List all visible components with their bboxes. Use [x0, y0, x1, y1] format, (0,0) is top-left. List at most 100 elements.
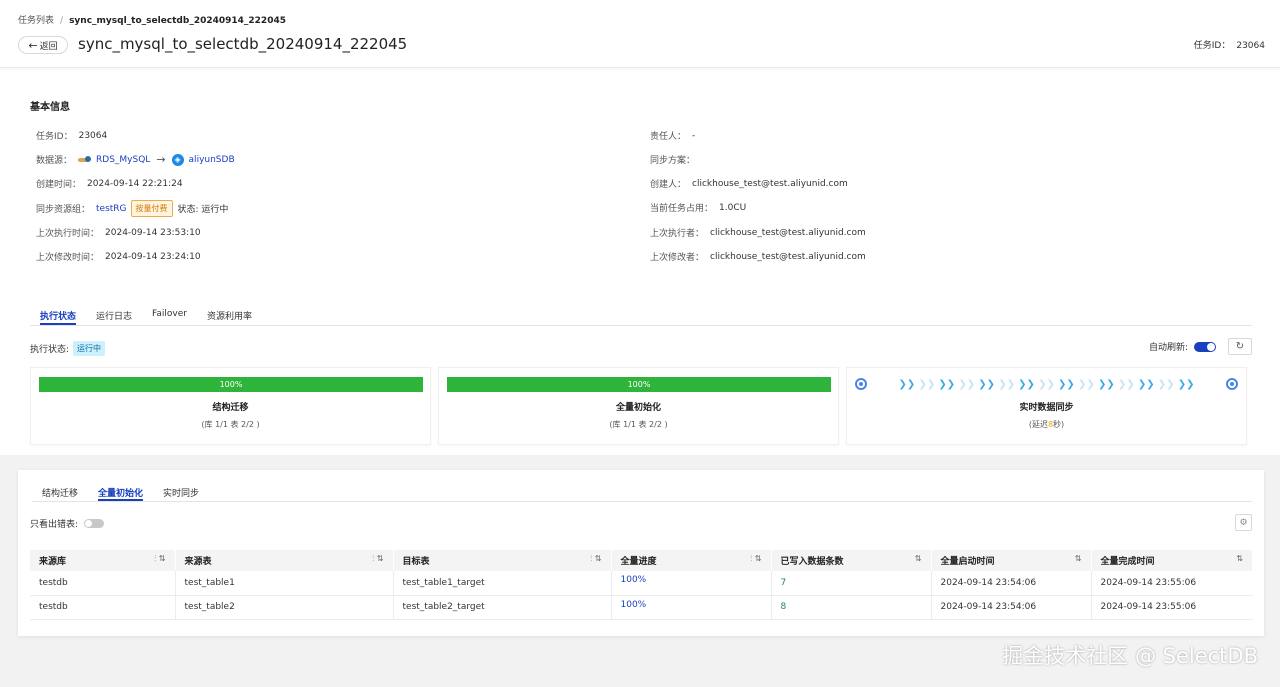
- tab-resource-usage[interactable]: 资源利用率: [207, 305, 252, 325]
- billing-badge: 按量付费: [130, 200, 173, 217]
- info-plan: 同步方案：: [650, 153, 701, 166]
- progress-fill: 100%: [39, 377, 423, 392]
- status-badge: 运行中: [73, 341, 106, 356]
- breadcrumb-separator: /: [60, 16, 64, 26]
- card-full-init: 100% 全量初始化 (库 1/1 表 2/2 ): [438, 367, 839, 445]
- info-value: clickhouse_test@test.aliyunid.com: [710, 227, 866, 238]
- detail-panel: 结构迁移 全量初始化 实时同步 只看出错表: ⚙ 来源库 ⫶ ⇅ 来源表 ⫶ ⇅ 目…: [18, 470, 1264, 636]
- col-target-table[interactable]: 目标表 ⫶ ⇅: [393, 550, 612, 571]
- back-button[interactable]: ← 返回: [18, 36, 68, 54]
- mysql-icon: [78, 155, 92, 164]
- cell-source-table: test_table1: [175, 571, 394, 596]
- only-error-label: 只看出错表:: [30, 520, 79, 530]
- info-value: 1.0CU: [719, 202, 747, 213]
- info-label: 创建时间：: [36, 180, 82, 190]
- info-value: 2024-09-14 23:53:10: [105, 227, 201, 238]
- page-header: 任务列表 / sync_mysql_to_selectdb_20240914_222…: [0, 0, 1280, 68]
- progress-bar: 100%: [39, 377, 423, 392]
- header-task-id-value: 23064: [1236, 41, 1265, 51]
- cell-finish-time: 2024-09-14 23:55:06: [1091, 595, 1253, 620]
- delay-prefix: (延迟: [1028, 420, 1048, 429]
- cell-full-progress: 100%: [611, 571, 772, 596]
- cell-start-time: 2024-09-14 23:54:06: [931, 571, 1092, 596]
- auto-refresh-toggle[interactable]: [1194, 341, 1216, 352]
- info-value: 2024-09-14 23:24:10: [105, 251, 201, 262]
- col-finish-time-label: 全量完成时间: [1100, 557, 1155, 567]
- info-label: 数据源：: [36, 156, 73, 166]
- only-error-toggle[interactable]: [84, 519, 105, 528]
- col-finish-time[interactable]: 全量完成时间 ⇅: [1091, 550, 1253, 571]
- tab-exec-status[interactable]: 执行状态: [40, 305, 77, 325]
- card-title: 全量初始化: [615, 403, 661, 413]
- info-value: 2024-09-14 22:21:24: [87, 178, 183, 189]
- info-label: 上次修改时间：: [36, 253, 100, 263]
- tab-failover[interactable]: Failover: [152, 305, 187, 325]
- info-datasource: 数据源： RDS_MySQL → ◈ aliyunSDB: [36, 153, 235, 166]
- target-datasource-link[interactable]: aliyunSDB: [189, 155, 235, 165]
- info-label: 上次执行者：: [650, 229, 705, 239]
- auto-refresh: 自动刷新:: [1149, 340, 1216, 353]
- info-label: 创建人：: [650, 180, 687, 190]
- info-last-executor: 上次执行者： clickhouse_test@test.aliyunid.com: [650, 226, 866, 240]
- info-label: 上次修改者：: [650, 253, 705, 263]
- info-value: -: [692, 130, 696, 141]
- info-value: clickhouse_test@test.aliyunid.com: [692, 178, 848, 189]
- column-settings-button[interactable]: ⚙: [1235, 514, 1252, 531]
- col-source-table[interactable]: 来源表 ⫶ ⇅: [175, 550, 394, 571]
- cell-source-db: testdb: [30, 571, 176, 596]
- source-node-icon: [855, 378, 867, 390]
- page-title: sync_mysql_to_selectdb_20240914_222045: [78, 35, 408, 53]
- col-full-progress[interactable]: 全量进度 ⫶ ⇅: [611, 550, 772, 571]
- progress-bar: 100%: [447, 377, 831, 392]
- sort-icon[interactable]: ⇅: [1075, 554, 1082, 563]
- col-written-count[interactable]: 已写入数据条数 ⇅: [771, 550, 932, 571]
- sort-icon[interactable]: ⇅: [1236, 554, 1243, 563]
- tab-full-init[interactable]: 全量初始化: [98, 482, 144, 501]
- source-datasource-link[interactable]: RDS_MySQL: [96, 155, 150, 165]
- refresh-icon: ↻: [1235, 341, 1245, 352]
- progress-fill: 100%: [447, 377, 831, 392]
- card-subtitle: (库 1/1 表 2/2 ): [201, 420, 260, 429]
- card-realtime-sync: ❯❯ ❯❯ ❯❯ ❯❯ ❯❯ ❯❯ ❯❯ ❯❯ ❯❯ ❯❯ ❯❯ ❯❯ ❯❯ ❯…: [846, 367, 1247, 445]
- exec-status: 执行状态: 运行中: [30, 341, 106, 356]
- selectdb-icon: ◈: [171, 153, 184, 166]
- filter-sort-icon[interactable]: ⫶ ⇅: [372, 554, 383, 564]
- info-creator: 创建人： clickhouse_test@test.aliyunid.com: [650, 177, 848, 191]
- delay-suffix: 秒): [1053, 420, 1065, 429]
- card-title: 实时数据同步: [1019, 403, 1074, 413]
- resource-group-status: 状态: 运行中: [177, 205, 229, 215]
- info-last-mod: 上次修改时间： 2024-09-14 23:24:10: [36, 250, 201, 264]
- tab-schema-migration[interactable]: 结构迁移: [42, 482, 78, 501]
- basic-info-title: 基本信息: [30, 102, 70, 113]
- resource-group-link[interactable]: testRG: [96, 204, 127, 214]
- card-title: 结构迁移: [212, 403, 249, 413]
- sort-icon[interactable]: ⇅: [915, 554, 922, 563]
- col-source-db-label: 来源库: [39, 557, 67, 567]
- tab-realtime-sync[interactable]: 实时同步: [163, 482, 199, 501]
- info-label: 责任人：: [650, 132, 687, 142]
- col-target-table-label: 目标表: [402, 557, 430, 567]
- tab-run-log[interactable]: 运行日志: [96, 305, 132, 325]
- breadcrumb-task-list[interactable]: 任务列表: [18, 16, 54, 26]
- cell-finish-time: 2024-09-14 23:55:06: [1091, 571, 1253, 596]
- info-task-id: 任务ID： 23064: [36, 129, 107, 143]
- col-source-db[interactable]: 来源库 ⫶ ⇅: [30, 550, 176, 571]
- refresh-button[interactable]: ↻: [1228, 338, 1252, 355]
- cell-written-count: 7: [771, 571, 932, 596]
- back-button-label: 返回: [39, 41, 58, 52]
- header-task-id: 任务ID： 23064: [1194, 38, 1265, 51]
- flow-arrows-icon: ❯❯ ❯❯ ❯❯ ❯❯ ❯❯ ❯❯ ❯❯ ❯❯ ❯❯ ❯❯ ❯❯ ❯❯ ❯❯ ❯…: [898, 378, 1195, 390]
- filter-sort-icon[interactable]: ⫶ ⇅: [750, 554, 761, 564]
- col-written-count-label: 已写入数据条数: [780, 557, 844, 567]
- col-full-progress-label: 全量进度: [620, 557, 657, 567]
- sync-flow: ❯❯ ❯❯ ❯❯ ❯❯ ❯❯ ❯❯ ❯❯ ❯❯ ❯❯ ❯❯ ❯❯ ❯❯ ❯❯ ❯…: [855, 376, 1238, 392]
- info-resource-group: 同步资源组： testRG 按量付费 状态: 运行中: [36, 200, 228, 217]
- main-tabs: 执行状态 运行日志 Failover 资源利用率: [30, 305, 1252, 326]
- header-task-id-label: 任务ID：: [1193, 41, 1231, 51]
- arrow-right-icon: →: [156, 153, 166, 166]
- filter-sort-icon[interactable]: ⫶ ⇅: [590, 554, 601, 564]
- arrow-left-icon: ←: [28, 38, 38, 52]
- info-created: 创建时间： 2024-09-14 22:21:24: [36, 177, 183, 191]
- col-start-time[interactable]: 全量启动时间 ⇅: [931, 550, 1092, 571]
- filter-sort-icon[interactable]: ⫶ ⇅: [154, 554, 165, 564]
